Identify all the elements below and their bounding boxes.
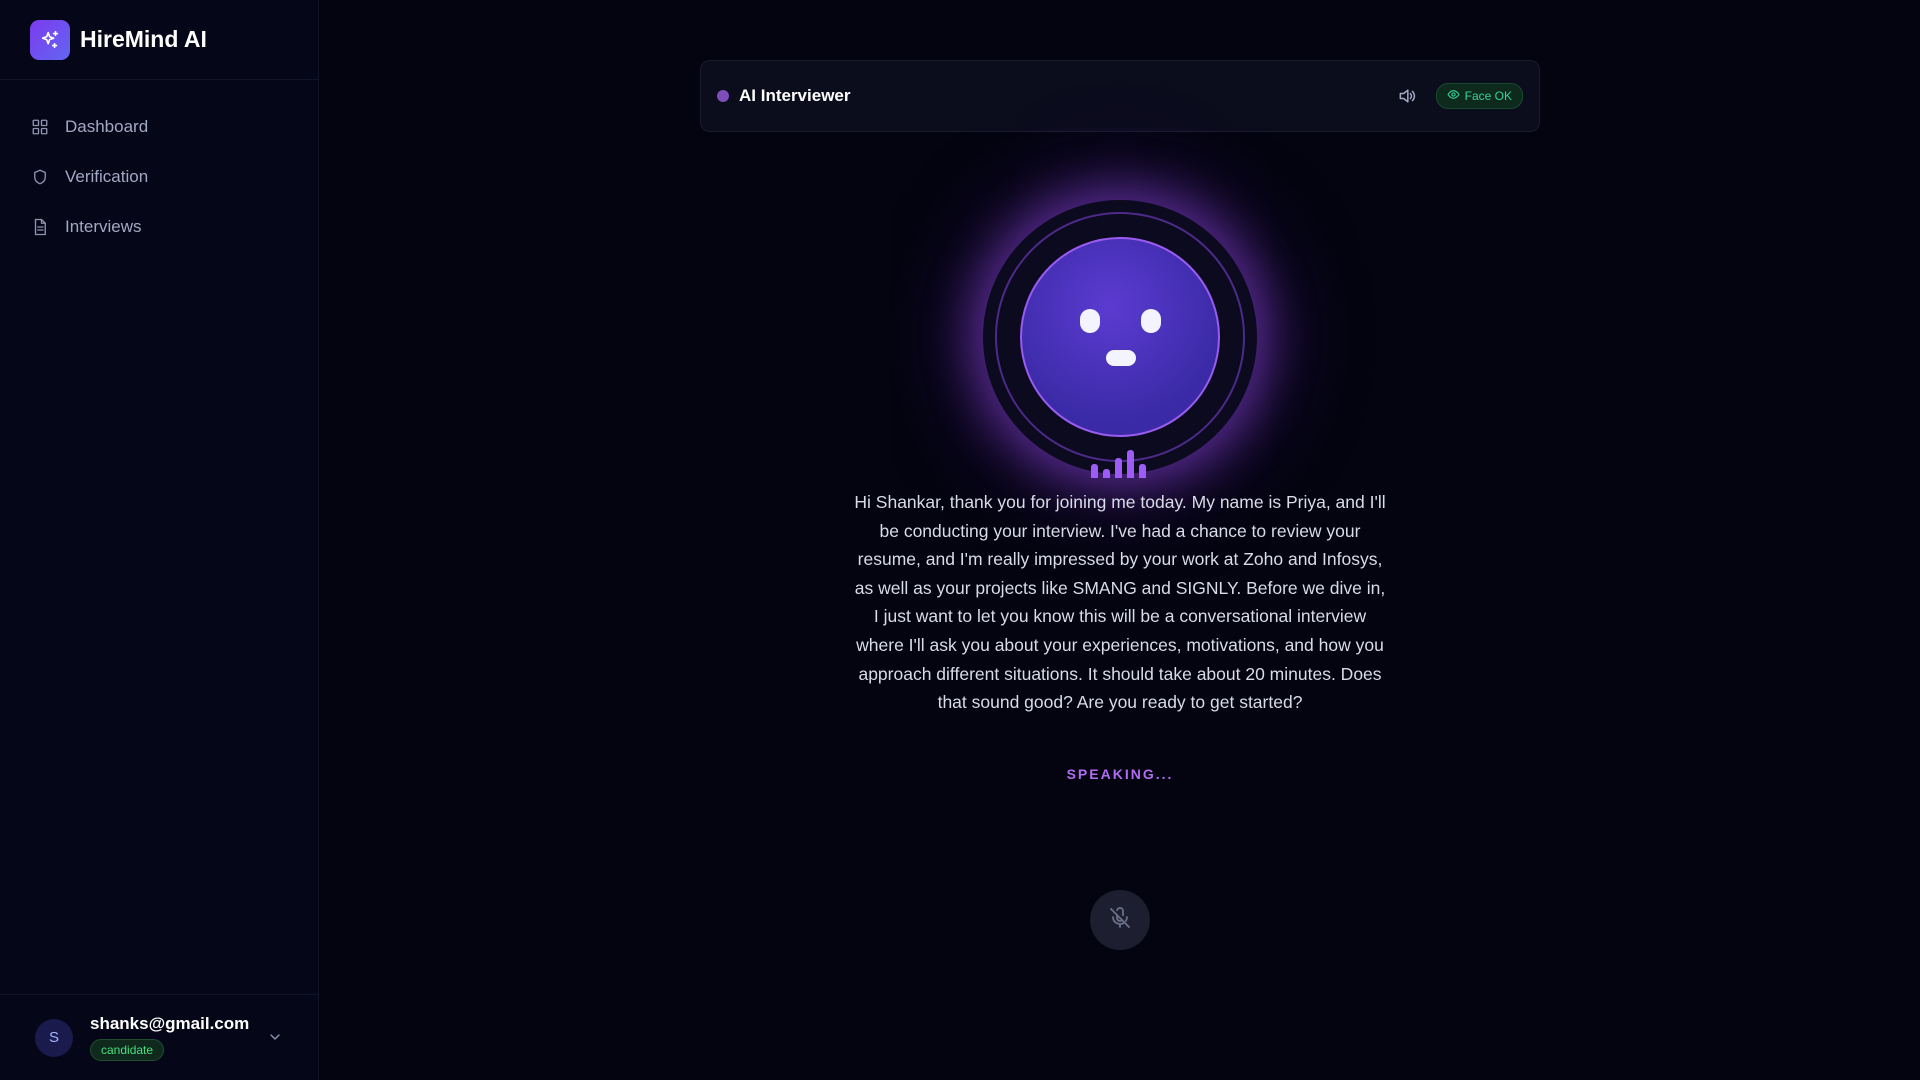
ai-face-icon (1020, 237, 1220, 437)
document-icon (30, 217, 50, 237)
sidebar-item-label: Interviews (65, 217, 142, 236)
volume-icon[interactable] (1396, 85, 1418, 107)
chevron-down-icon[interactable] (267, 1029, 283, 1045)
user-menu[interactable]: S shanks@gmail.com candidate (0, 994, 319, 1080)
avatar: S (35, 1018, 73, 1057)
eye-icon (1447, 88, 1460, 104)
left-eye (1080, 309, 1100, 333)
mic-toggle-button[interactable] (1090, 890, 1150, 950)
grid-icon (30, 117, 50, 137)
interviewer-title: AI Interviewer (739, 86, 851, 105)
ai-avatar-orb (983, 200, 1257, 478)
face-status-text: Face OK (1464, 89, 1512, 103)
audio-bar (1115, 458, 1122, 478)
sidebar-item-label: Verification (65, 167, 149, 186)
audio-bar (1127, 450, 1134, 478)
sidebar-item-dashboard[interactable]: Dashboard (0, 102, 318, 152)
interviewer-header: AI Interviewer Face OK (700, 60, 1540, 132)
sidebar: HireMind AI Dashboard Verification Inter… (0, 0, 319, 1080)
live-indicator-dot (717, 90, 729, 102)
header-controls: Face OK (1396, 83, 1523, 109)
shield-icon (30, 167, 50, 187)
sidebar-item-interviews[interactable]: Interviews (0, 202, 318, 252)
audio-bar (1103, 469, 1110, 478)
interviewer-transcript: Hi Shankar, thank you for joining me tod… (854, 492, 1386, 713)
user-info: shanks@gmail.com candidate (90, 1014, 249, 1061)
user-email: shanks@gmail.com (90, 1014, 250, 1033)
sidebar-item-label: Dashboard (65, 117, 149, 136)
brand-name: HireMind AI (80, 26, 207, 52)
audio-level-bars-icon (1091, 448, 1146, 478)
audio-bar (1091, 464, 1098, 478)
sidebar-nav: Dashboard Verification Interviews (0, 80, 318, 252)
mouth (1106, 350, 1136, 366)
mic-off-icon (1108, 906, 1132, 935)
face-status-badge: Face OK (1435, 83, 1523, 109)
sparkles-icon (30, 19, 70, 60)
role-badge: candidate (90, 1039, 165, 1061)
audio-bar (1139, 464, 1146, 478)
right-eye (1141, 309, 1161, 333)
brand[interactable]: HireMind AI (0, 0, 318, 80)
sidebar-item-verification[interactable]: Verification (0, 152, 318, 202)
speaking-status: SPEAKING... (1066, 766, 1174, 782)
